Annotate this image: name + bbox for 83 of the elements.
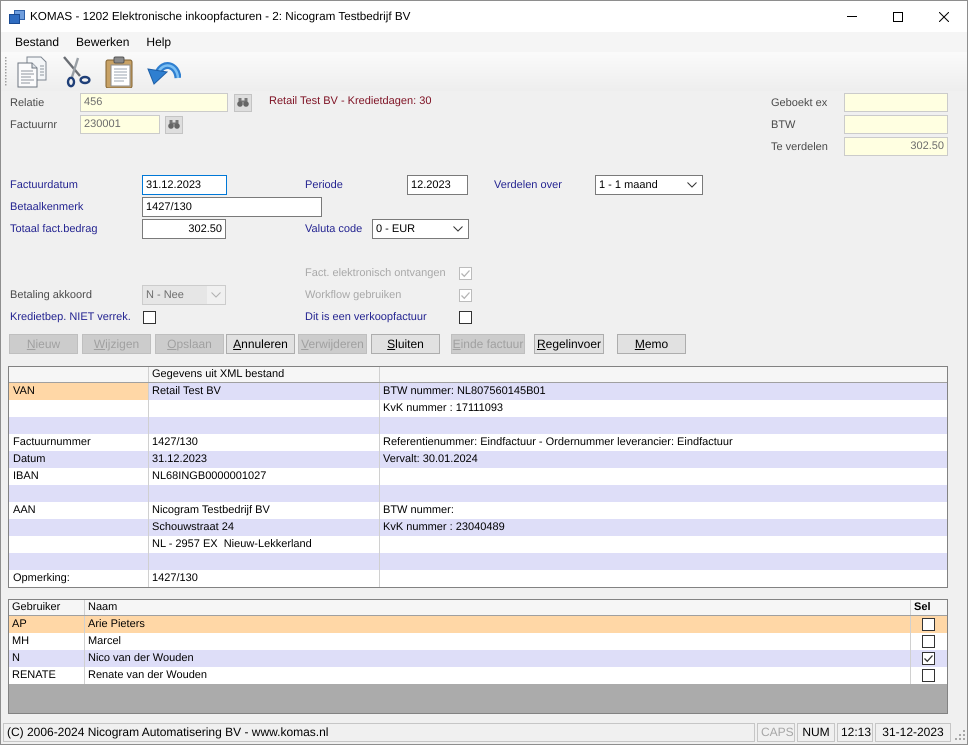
lookup-button[interactable] xyxy=(234,94,252,112)
table-row[interactable]: N Nico van der Wouden xyxy=(9,650,947,667)
table-cell: Datum xyxy=(9,451,149,468)
action-button[interactable]: Annuleren xyxy=(226,334,295,354)
field-label: Totaal fact.bedrag xyxy=(10,223,98,235)
total-field[interactable] xyxy=(844,93,948,112)
scissors-icon[interactable] xyxy=(61,56,93,88)
status-time: 12:13 xyxy=(837,723,873,742)
table-cell: Schouwstraat 24 xyxy=(149,519,380,536)
table-cell-text: Vervalt: 30.01.2024 xyxy=(382,452,479,467)
action-button[interactable]: Sluiten xyxy=(371,334,440,354)
field-label: Betaalkenmerk xyxy=(10,201,84,213)
menu-item[interactable]: Help xyxy=(139,32,178,52)
stacked-squares-icon xyxy=(9,10,25,24)
dropdown[interactable]: 0 - EUR xyxy=(372,219,469,239)
relation-info: Retail Test BV - Kredietdagen: 30 xyxy=(269,94,432,109)
field-label: Valuta code xyxy=(305,223,362,235)
table-cell: N xyxy=(9,650,85,667)
invoice-number-field[interactable]: 230001 xyxy=(80,115,160,134)
table-cell-text: KvK nummer : 17111093 xyxy=(382,401,504,416)
field-label: Betaling akkoord xyxy=(10,289,92,301)
field-label: Te verdelen xyxy=(771,140,828,152)
field-label: Fact. elektronisch ontvangen xyxy=(305,267,446,279)
action-button[interactable]: Regelinvoer xyxy=(534,334,604,354)
status-text: (C) 2006-2024 Nicogram Automatisering BV - www.komas.nl xyxy=(3,723,755,742)
field-label: Kredietbep. NIET verrek. xyxy=(10,311,131,323)
binoculars-icon xyxy=(168,120,180,129)
table-cell-text: Referentienummer: Eindfactuur - Ordernummer leverancier: Eindfactuur xyxy=(382,435,734,450)
column-header: Naam xyxy=(85,600,911,615)
close-icon[interactable] xyxy=(939,12,949,22)
resize-grip-icon xyxy=(954,729,965,740)
table-cell-text: BTW nummer: NL807560145B01 xyxy=(382,384,547,399)
table-cell-text: BTW nummer: xyxy=(382,503,455,518)
caret-icon xyxy=(453,226,463,232)
menu-item[interactable]: Bewerken xyxy=(69,32,136,52)
documents-icon[interactable] xyxy=(16,56,48,88)
table-cell: 1427/130 xyxy=(149,570,380,587)
amount-field[interactable]: 302.50 xyxy=(142,219,226,239)
table-cell: Arie Pieters xyxy=(85,616,911,633)
checkbox[interactable] xyxy=(143,310,156,324)
checkbox[interactable] xyxy=(922,652,935,665)
table-cell: 31.12.2023 xyxy=(149,451,380,468)
period-field[interactable]: 12.2023 xyxy=(407,175,468,195)
table-cell: Nico van der Wouden xyxy=(85,650,911,667)
total-field[interactable]: 302.50 xyxy=(844,137,948,156)
field-label: Workflow gebruiken xyxy=(305,289,402,301)
caret-icon xyxy=(211,292,221,298)
status-indicator: CAPS xyxy=(757,723,795,742)
date-field[interactable]: 31.12.2023 xyxy=(142,175,227,195)
table-cell: AP xyxy=(9,616,85,633)
table-cell: VAN xyxy=(9,383,149,400)
checkbox[interactable] xyxy=(922,635,935,648)
field-label: Factuurdatum xyxy=(10,179,78,191)
column-header: Gegevens uit XML bestand xyxy=(149,367,380,382)
field-label: Dit is een verkoopfactuur xyxy=(305,311,427,323)
checkbox[interactable] xyxy=(459,310,472,324)
payment-reference-field[interactable]: 1427/130 xyxy=(142,197,322,217)
dropdown[interactable]: 1 - 1 maand xyxy=(595,175,703,195)
table-row[interactable]: AP Arie Pieters xyxy=(9,616,947,633)
column-header: Gebruiker xyxy=(9,600,85,615)
status-indicator: NUM xyxy=(797,723,835,742)
maximize-icon[interactable] xyxy=(893,12,903,22)
table-cell-text: KvK nummer : 23040489 xyxy=(382,520,506,535)
column-header: Sel xyxy=(913,600,932,615)
field-label: Relatie xyxy=(10,96,44,108)
table-cell: Retail Test BV xyxy=(149,383,380,400)
field-label: Factuurnr xyxy=(10,118,58,130)
status-date: 31-12-2023 xyxy=(875,723,951,742)
checkbox[interactable] xyxy=(922,618,935,631)
table-cell: Opmerking: xyxy=(9,570,149,587)
menu-item[interactable]: Bestand xyxy=(8,32,66,52)
binoculars-icon xyxy=(237,98,249,107)
window-title: KOMAS - 1202 Elektronische inkoopfacturen - 2: Nicogram Testbedrijf BV xyxy=(30,10,410,23)
field-label: Verdelen over xyxy=(494,179,562,191)
field-label: Geboekt ex xyxy=(771,96,828,108)
checkbox[interactable] xyxy=(922,669,935,682)
caret-icon xyxy=(687,182,697,188)
total-field[interactable] xyxy=(844,115,948,134)
action-button[interactable]: Memo xyxy=(617,334,686,354)
lookup-button[interactable] xyxy=(165,116,183,134)
relation-field[interactable]: 456 xyxy=(80,93,228,112)
field-label: Periode xyxy=(305,179,343,191)
field-label: BTW xyxy=(771,118,796,130)
